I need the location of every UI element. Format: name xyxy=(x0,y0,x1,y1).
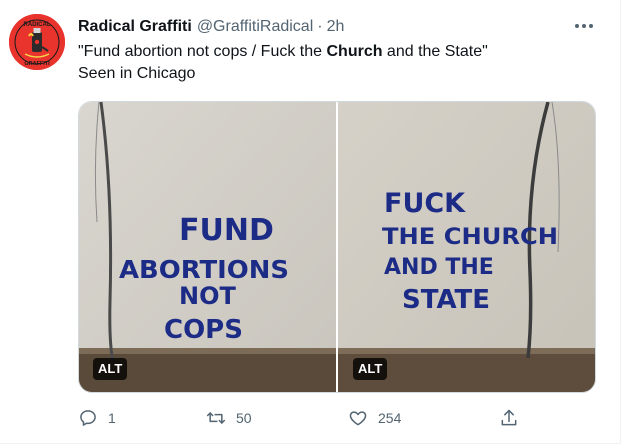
separator: · xyxy=(317,18,323,35)
like-button[interactable]: 254 xyxy=(348,404,401,432)
tweet-text-bold: Church xyxy=(326,43,383,60)
more-options-icon[interactable] xyxy=(570,14,598,38)
tweet-header: Radical Graffiti @GraffitiRadical · 2h xyxy=(78,16,344,38)
share-button[interactable] xyxy=(499,404,519,432)
avatar[interactable]: RADICAL GRAFFITI xyxy=(9,14,65,70)
svg-text:ABORTIONS: ABORTIONS xyxy=(119,255,289,284)
photo-right[interactable]: FUCK THE CHURCH AND THE STATE xyxy=(338,102,595,392)
reply-icon xyxy=(80,410,96,426)
svg-text:AND THE: AND THE xyxy=(384,255,494,280)
media-grid: FUND ABORTIONS NOT COPS FUCK THE CHURCH … xyxy=(78,101,596,393)
retweet-icon xyxy=(206,412,226,424)
svg-text:GRAFFITI: GRAFFITI xyxy=(24,61,50,67)
share-icon xyxy=(501,409,517,426)
tweet-text-line-2: Seen in Chicago xyxy=(78,65,196,82)
alt-badge-right[interactable]: ALT xyxy=(353,358,388,380)
timeline-border xyxy=(620,0,621,444)
svg-text:NOT: NOT xyxy=(179,282,236,310)
tweet-card[interactable]: RADICAL GRAFFITI Radical Graffiti @Graff… xyxy=(0,0,640,444)
svg-text:FUND: FUND xyxy=(179,213,274,248)
alt-badge-left[interactable]: ALT xyxy=(93,358,128,380)
radical-graffiti-logo-icon: RADICAL GRAFFITI xyxy=(9,14,65,70)
svg-text:COPS: COPS xyxy=(164,315,243,345)
svg-text:STATE: STATE xyxy=(402,285,490,315)
reply-count: 1 xyxy=(108,410,116,426)
photo-left[interactable]: FUND ABORTIONS NOT COPS xyxy=(79,102,336,392)
action-bar: 1 50 254 xyxy=(0,404,620,432)
retweet-button[interactable]: 50 xyxy=(206,404,252,432)
svg-text:RADICAL: RADICAL xyxy=(24,22,51,28)
handle[interactable]: @GraffitiRadical xyxy=(197,18,313,36)
like-count: 254 xyxy=(378,410,402,426)
retweet-count: 50 xyxy=(236,410,252,426)
display-name[interactable]: Radical Graffiti xyxy=(78,18,192,36)
heart-icon xyxy=(349,411,367,426)
timestamp[interactable]: 2h xyxy=(327,18,345,36)
tweet-text: "Fund abortion not cops / Fuck the Churc… xyxy=(78,41,598,85)
tweet-text-line-1: "Fund abortion not cops / Fuck the Churc… xyxy=(78,43,488,60)
svg-text:FUCK: FUCK xyxy=(384,188,466,219)
reply-button[interactable]: 1 xyxy=(78,404,116,432)
svg-text:THE CHURCH: THE CHURCH xyxy=(382,225,558,250)
